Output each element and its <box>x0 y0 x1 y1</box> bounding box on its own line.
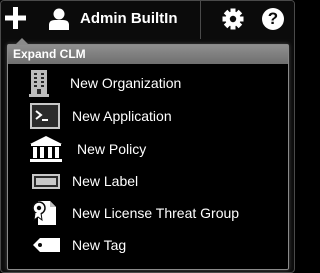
terminal-icon <box>30 103 60 129</box>
menu-item-label: New License Threat Group <box>72 205 240 221</box>
menu-item-label: New Policy <box>77 141 147 157</box>
menu-item-label: New Tag <box>72 237 127 253</box>
menu-item-new-organization[interactable]: New Organization <box>8 69 288 99</box>
user-name: Admin BuiltIn <box>80 10 178 27</box>
dropdown-header: Expand CLM <box>8 45 288 64</box>
menu-item-label: New Label <box>72 173 139 189</box>
menu-item-new-application[interactable]: New Application <box>8 102 288 132</box>
clm-window: Admin BuiltIn ? Expand CLM New Organizat… <box>0 0 295 273</box>
add-button[interactable] <box>5 6 27 30</box>
help-button[interactable]: ? <box>262 8 284 30</box>
dropdown-pointer <box>16 38 28 44</box>
top-bar: Admin BuiltIn ? <box>1 1 294 39</box>
menu-item-new-policy[interactable]: New Policy <box>8 135 288 165</box>
toolbar-divider <box>200 1 201 39</box>
tag-icon <box>33 238 60 252</box>
expand-clm-dropdown: Expand CLM New Organization New Applicat… <box>7 38 289 270</box>
gear-icon <box>222 8 244 30</box>
settings-button[interactable] <box>222 8 244 30</box>
menu-item-label: New Organization <box>70 75 182 91</box>
user-menu-button[interactable]: Admin BuiltIn <box>47 5 197 33</box>
menu-item-new-license-threat-group[interactable]: New License Threat Group <box>8 199 288 229</box>
menu-item-label: New Application <box>72 108 172 124</box>
menu-item-new-tag[interactable]: New Tag <box>8 231 288 261</box>
plus-icon <box>5 7 26 29</box>
label-icon <box>32 174 60 189</box>
menu-item-new-label[interactable]: New Label <box>8 167 288 197</box>
courthouse-icon <box>30 136 62 162</box>
building-icon <box>29 70 49 97</box>
user-icon <box>49 8 69 30</box>
document-icon <box>32 201 56 225</box>
